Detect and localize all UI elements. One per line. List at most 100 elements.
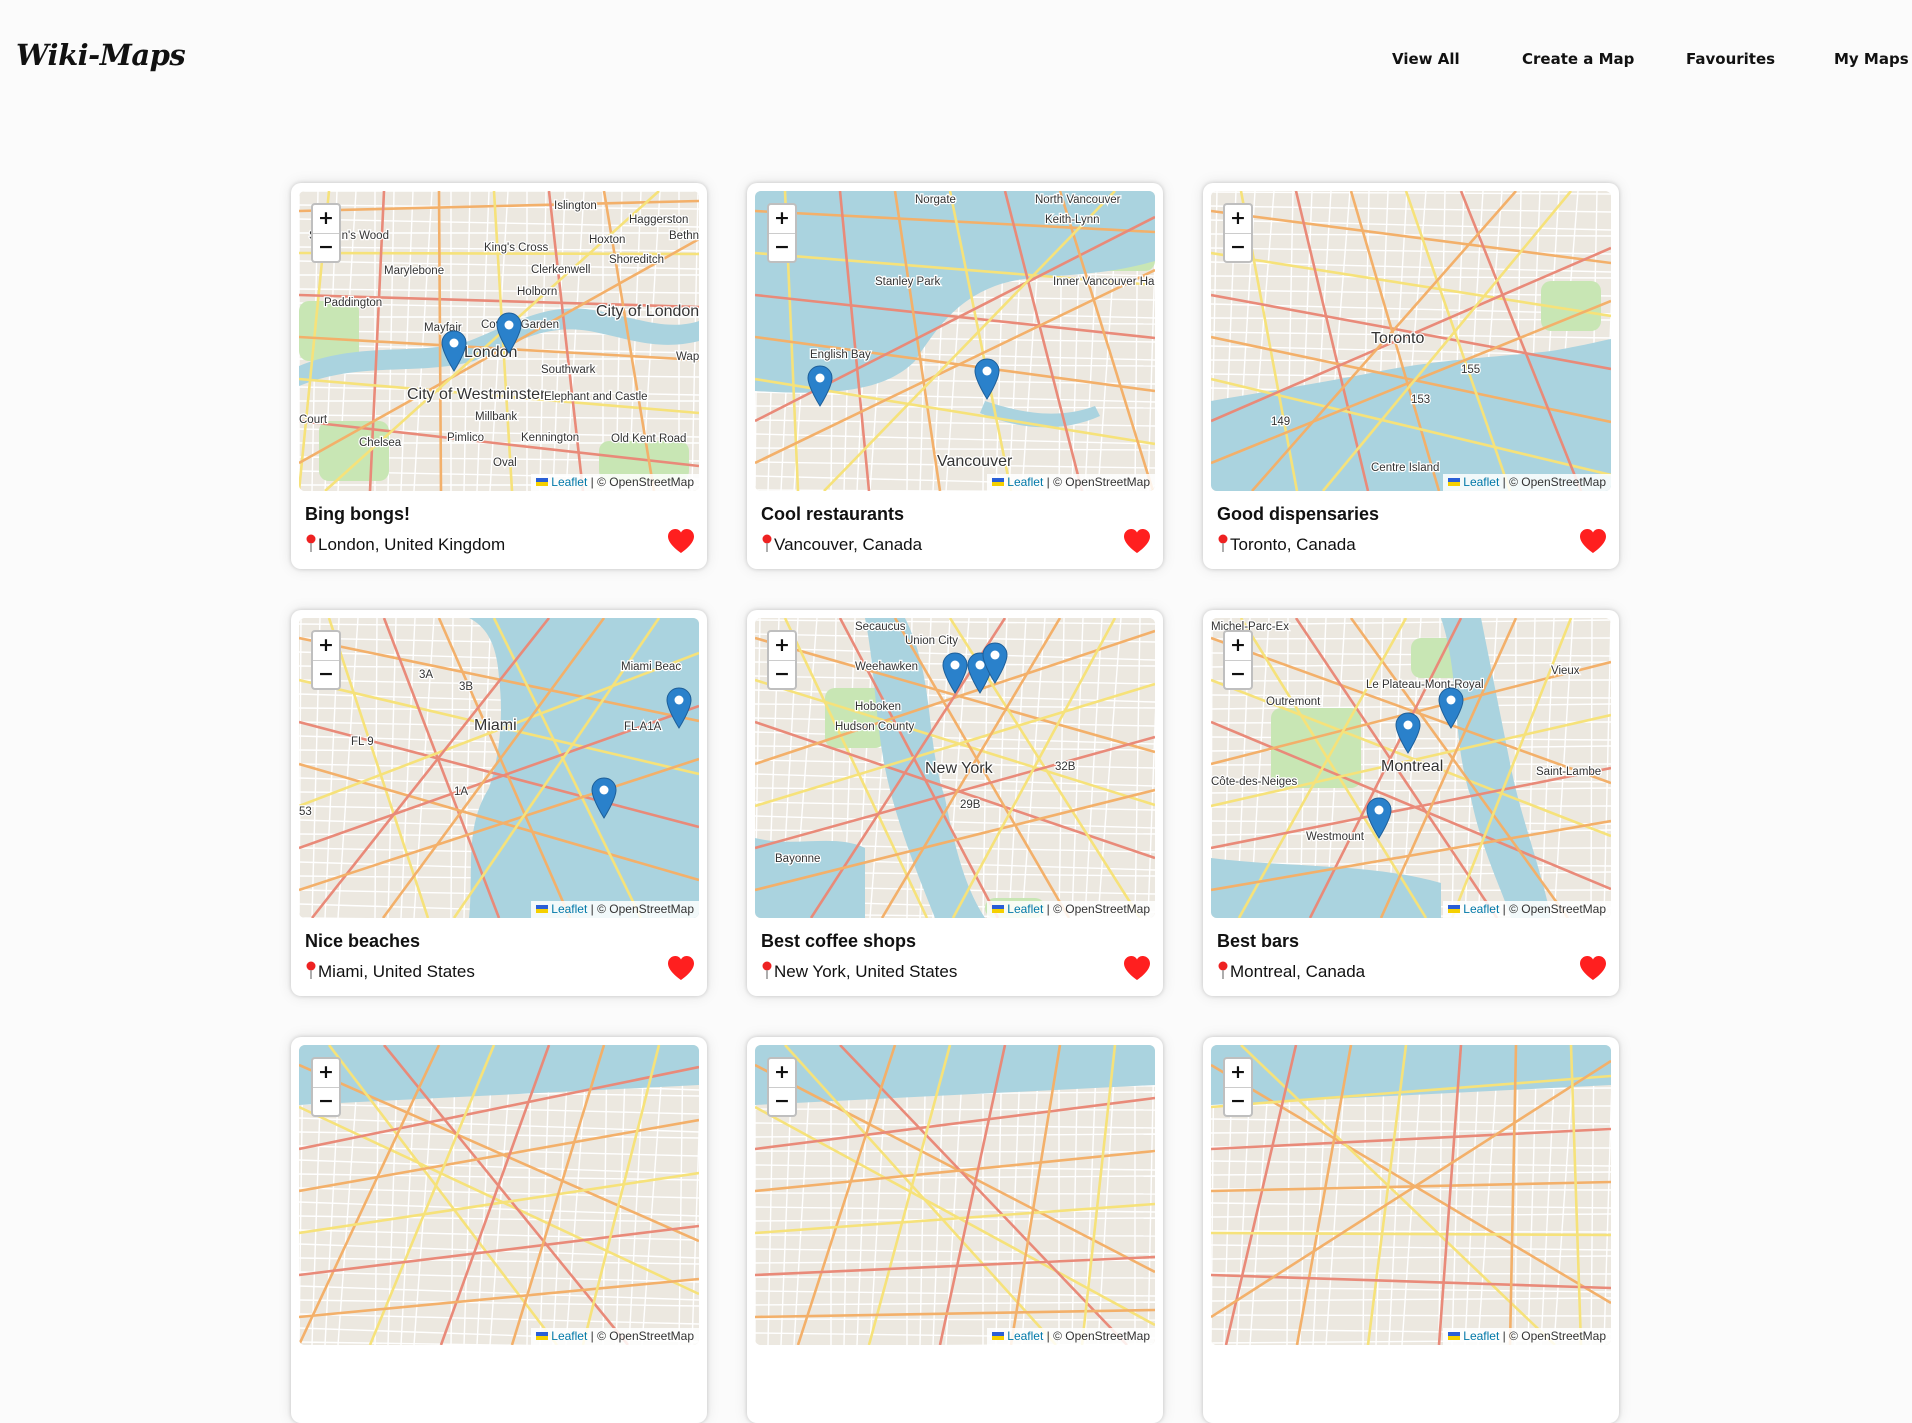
map-view[interactable]: + − Leaflet | © OpenStreetMap	[1211, 1045, 1611, 1345]
osm-attribution-text: | © OpenStreetMap	[1502, 475, 1606, 489]
zoom-out-button[interactable]: −	[769, 234, 795, 261]
location-text: New York, United States	[774, 962, 958, 981]
map-place-label: 155	[1461, 364, 1480, 376]
map-view[interactable]: + − Leaflet | © OpenStreetMap	[299, 1045, 699, 1345]
map-place-label: Old Kent Road	[611, 433, 686, 445]
zoom-in-button[interactable]: +	[1225, 1059, 1251, 1088]
zoom-out-button[interactable]: −	[769, 1088, 795, 1115]
zoom-in-button[interactable]: +	[769, 205, 795, 234]
zoom-out-button[interactable]: −	[1225, 661, 1251, 688]
map-place-label: Keith-Lynn	[1045, 214, 1100, 226]
map-place-label: 3A	[419, 669, 433, 681]
map-location: Toronto, Canada	[1217, 534, 1356, 555]
map-tiles[interactable]: IslingtonSt John's WoodKing's CrossHoxto…	[299, 191, 699, 491]
leaflet-link[interactable]: Leaflet	[1463, 475, 1499, 489]
map-place-label: Hoboken	[855, 701, 901, 713]
map-view[interactable]: Michel-Parc-Ex Le Plateau-Mont-Royal Outre…	[1211, 618, 1611, 918]
ukraine-flag-icon	[1448, 1332, 1461, 1340]
map-view[interactable]: Islington St John's Wood King's Cross Hoxto…	[299, 191, 699, 491]
zoom-in-button[interactable]: +	[1225, 632, 1251, 661]
map-view[interactable]: Miami Beac Miami FL 9 FL A1A 3A 3B 1A 53 + − Leafl…	[299, 618, 699, 918]
leaflet-link[interactable]: Leaflet	[1007, 1329, 1043, 1343]
osm-attribution-text: | © OpenStreetMap	[1046, 475, 1150, 489]
map-tiles[interactable]	[1211, 1045, 1611, 1345]
leaflet-link[interactable]: Leaflet	[551, 475, 587, 489]
map-place-label: Hudson County	[835, 721, 915, 733]
zoom-in-button[interactable]: +	[313, 205, 339, 234]
map-tiles[interactable]: Secaucus Union City Weehawken Hoboken Hudson…	[755, 618, 1155, 918]
map-card[interactable]: Miami Beac Miami FL 9 FL A1A 3A 3B 1A 53 + − Leafl…	[291, 610, 707, 996]
red-pin-icon	[762, 961, 772, 979]
map-tiles[interactable]	[299, 1045, 699, 1345]
map-title[interactable]: Cool restaurants	[761, 504, 904, 525]
map-card[interactable]: Islington St John's Wood King's Cross Hoxto…	[291, 183, 707, 569]
favourite-heart-icon[interactable]	[667, 955, 695, 981]
leaflet-link[interactable]: Leaflet	[551, 1329, 587, 1343]
leaflet-link[interactable]: Leaflet	[1463, 1329, 1499, 1343]
map-place-label: Côte-des-Neiges	[1211, 776, 1298, 788]
map-place-label: Pimlico	[447, 432, 484, 444]
favourite-heart-icon[interactable]	[667, 528, 695, 554]
zoom-in-button[interactable]: +	[313, 1059, 339, 1088]
map-tiles[interactable]: Michel-Parc-ExLe Plateau-Mont-RoyalOutre…	[1211, 618, 1611, 918]
favourite-heart-icon[interactable]	[1123, 528, 1151, 554]
map-card[interactable]: Michel-Parc-Ex Le Plateau-Mont-Royal Outre…	[1203, 610, 1619, 996]
favourite-heart-icon[interactable]	[1579, 528, 1607, 554]
map-tiles[interactable]: Miami Beac Miami FL 9 FL A1A 3A 3B 1A 53	[299, 618, 699, 918]
zoom-in-button[interactable]: +	[313, 632, 339, 661]
map-place-label: Islington	[554, 200, 597, 212]
map-title[interactable]: Good dispensaries	[1217, 504, 1379, 525]
map-location: Montreal, Canada	[1217, 961, 1365, 982]
zoom-out-button[interactable]: −	[313, 1088, 339, 1115]
zoom-out-button[interactable]: −	[313, 661, 339, 688]
favourite-heart-icon[interactable]	[1123, 955, 1151, 981]
map-location: Miami, United States	[305, 961, 475, 982]
zoom-in-button[interactable]: +	[769, 632, 795, 661]
red-pin-icon	[1218, 961, 1228, 979]
map-view[interactable]: Toronto Centre Island 155 153 149 + − Leaflet |…	[1211, 191, 1611, 491]
map-view[interactable]: + − Leaflet | © OpenStreetMap	[755, 1045, 1155, 1345]
map-attribution: Leaflet | © OpenStreetMap	[1443, 901, 1611, 918]
zoom-out-button[interactable]: −	[769, 661, 795, 688]
zoom-out-button[interactable]: −	[1225, 234, 1251, 261]
map-tiles[interactable]: Toronto Centre Island 155 153 149	[1211, 191, 1611, 491]
map-place-label: Paddington	[324, 297, 382, 309]
map-title[interactable]: Best bars	[1217, 931, 1299, 952]
osm-attribution-text: | © OpenStreetMap	[1502, 1329, 1606, 1343]
map-card-grid: Islington St John's Wood King's Cross Hoxto…	[0, 0, 1912, 1423]
zoom-out-button[interactable]: −	[313, 234, 339, 261]
map-place-label: Centre Island	[1371, 462, 1439, 474]
map-title[interactable]: Best coffee shops	[761, 931, 916, 952]
favourite-heart-icon[interactable]	[1579, 955, 1607, 981]
map-card[interactable]: Toronto Centre Island 155 153 149 + − Leaflet |…	[1203, 183, 1619, 569]
zoom-control: + −	[1223, 203, 1253, 263]
map-place-label: Union City	[905, 635, 958, 647]
map-card[interactable]: + − Leaflet | © OpenStreetMap	[1203, 1037, 1619, 1423]
leaflet-link[interactable]: Leaflet	[1007, 902, 1043, 916]
zoom-in-button[interactable]: +	[1225, 205, 1251, 234]
map-tiles[interactable]	[755, 1045, 1155, 1345]
zoom-in-button[interactable]: +	[769, 1059, 795, 1088]
osm-attribution-text: | © OpenStreetMap	[1046, 902, 1150, 916]
map-place-label: Kennington	[521, 432, 579, 444]
map-place-label: Montreal	[1381, 758, 1443, 775]
map-card[interactable]: Secaucus Union City Weehawken Hoboken Hudson…	[747, 610, 1163, 996]
map-view[interactable]: Secaucus Union City Weehawken Hoboken Hudson…	[755, 618, 1155, 918]
leaflet-link[interactable]: Leaflet	[1463, 902, 1499, 916]
map-title[interactable]: Bing bongs!	[305, 504, 410, 525]
osm-attribution-text: | © OpenStreetMap	[1046, 1329, 1150, 1343]
ukraine-flag-icon	[536, 478, 549, 486]
map-place-label: New York	[925, 760, 994, 777]
map-card[interactable]: + − Leaflet | © OpenStreetMap	[291, 1037, 707, 1423]
leaflet-link[interactable]: Leaflet	[551, 902, 587, 916]
leaflet-link[interactable]: Leaflet	[1007, 475, 1043, 489]
map-place-label: Wap	[676, 351, 699, 363]
map-card[interactable]: Norgate North Vancouver Keith-Lynn Stanley …	[747, 183, 1163, 569]
map-view[interactable]: Norgate North Vancouver Keith-Lynn Stanley …	[755, 191, 1155, 491]
zoom-control: + −	[767, 630, 797, 690]
map-title[interactable]: Nice beaches	[305, 931, 420, 952]
zoom-out-button[interactable]: −	[1225, 1088, 1251, 1115]
map-tiles[interactable]: Norgate North Vancouver Keith-Lynn Stanley …	[755, 191, 1155, 491]
map-card[interactable]: + − Leaflet | © OpenStreetMap	[747, 1037, 1163, 1423]
map-place-label: 1A	[454, 786, 468, 798]
